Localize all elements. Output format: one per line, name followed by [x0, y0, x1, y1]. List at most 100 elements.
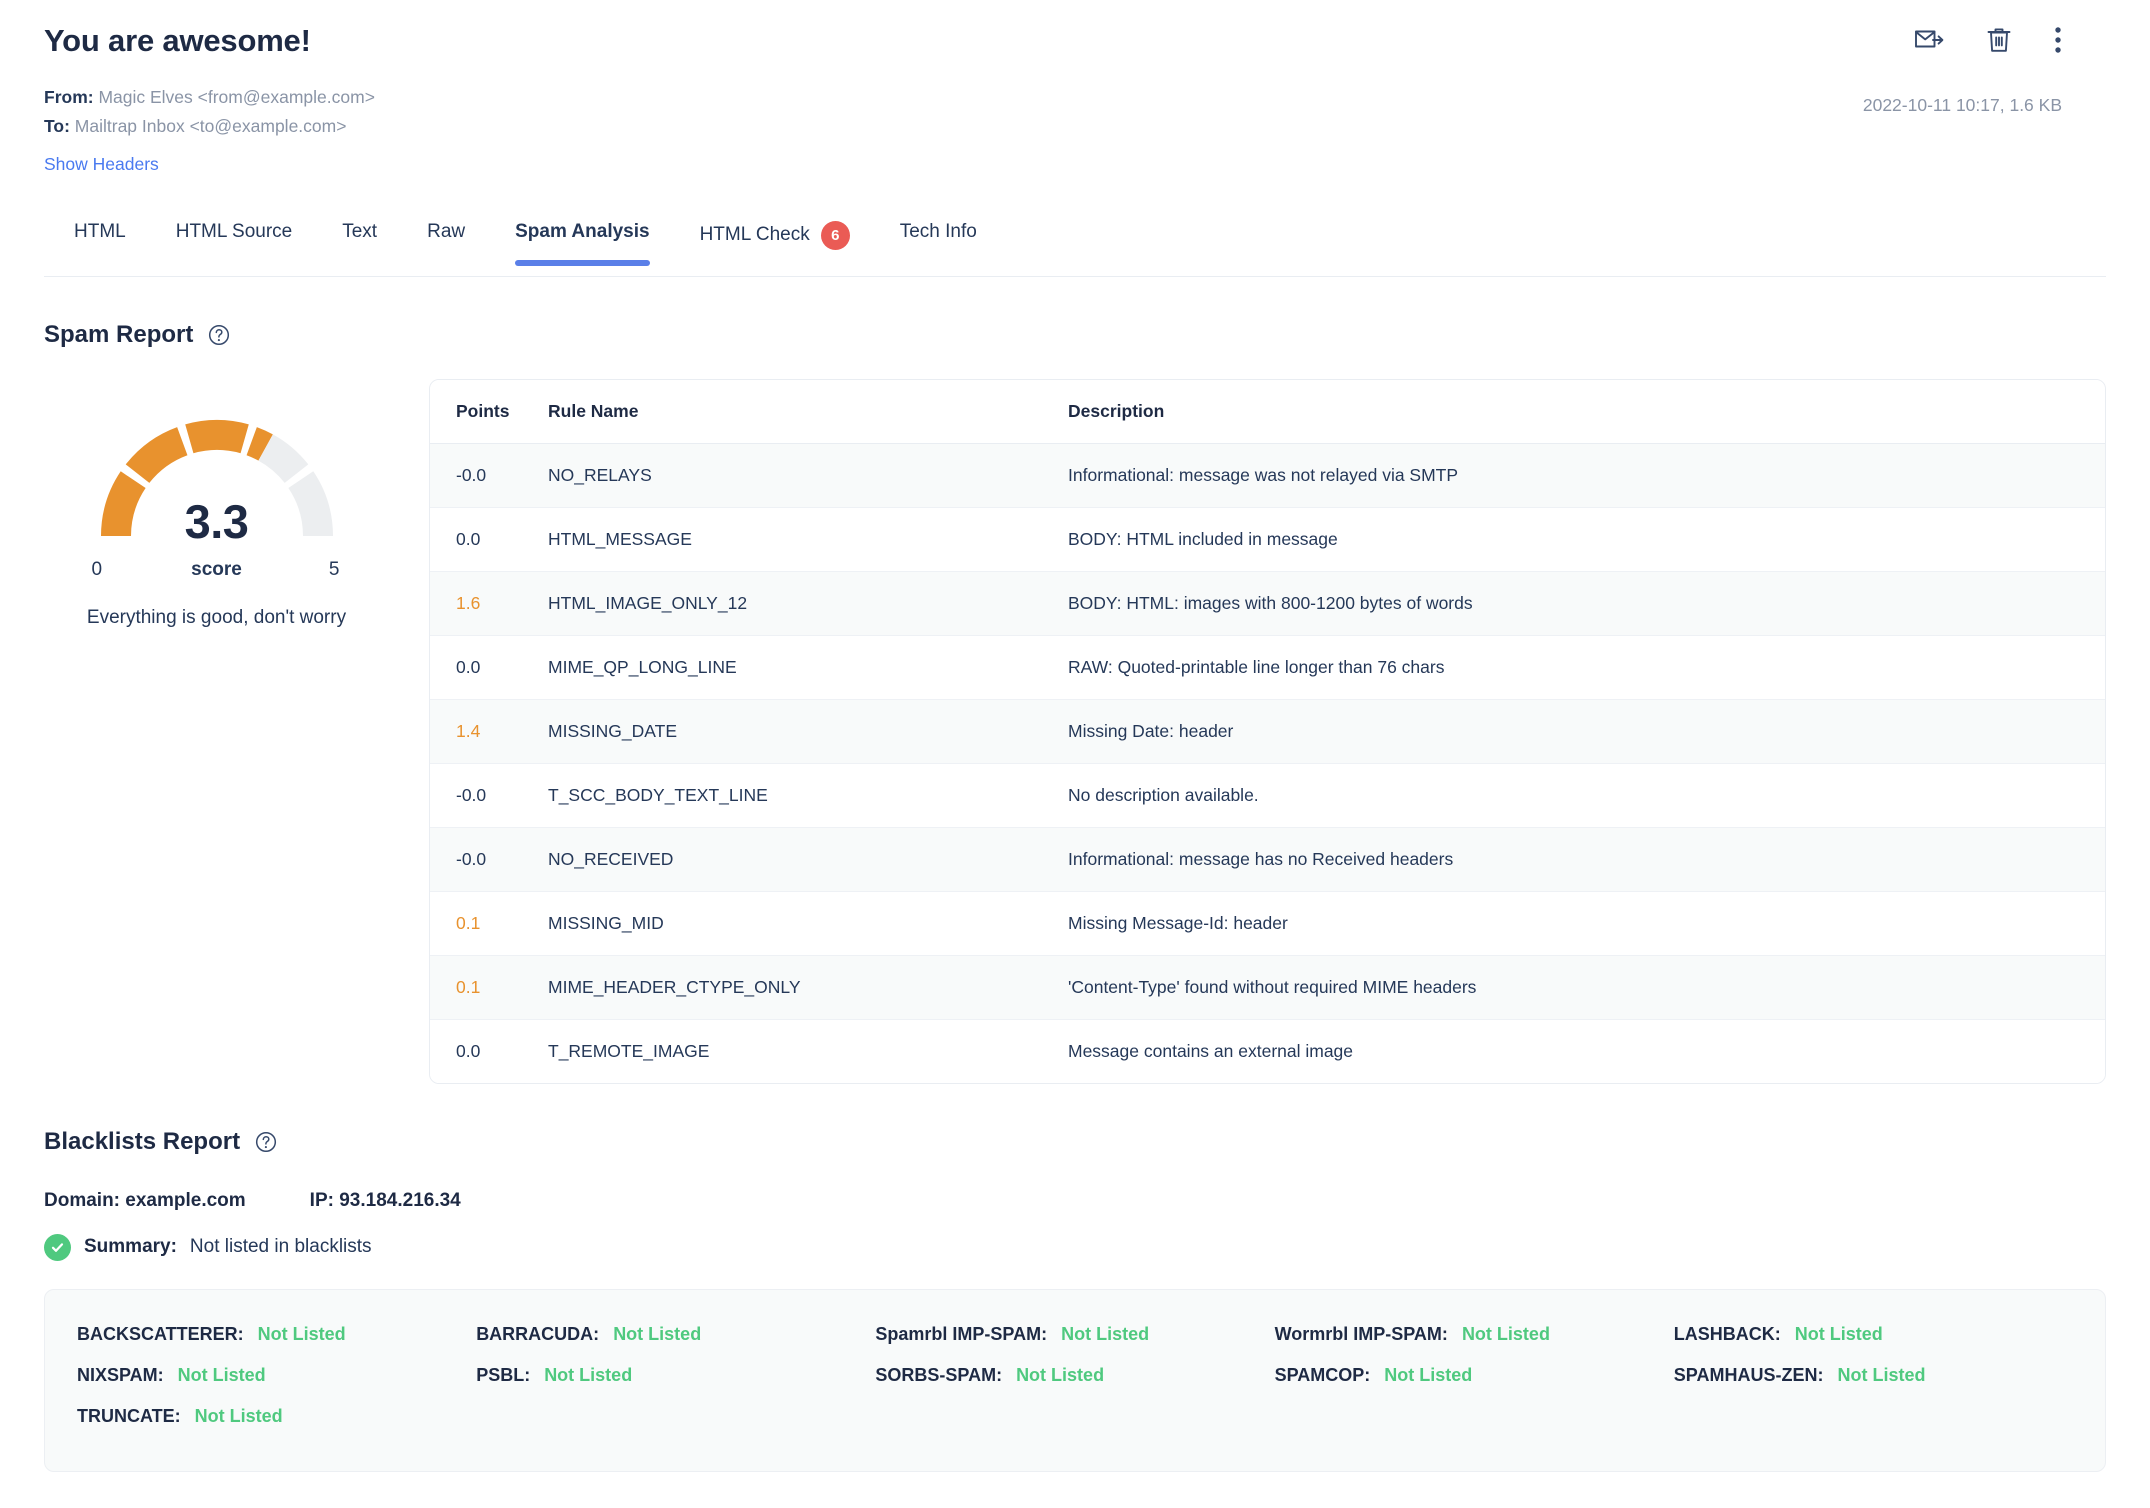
cell-points: -0.0 [430, 443, 548, 508]
spam-report-heading: Spam Report [44, 321, 2106, 349]
blacklist-item-name: SPAMHAUS-ZEN: [1673, 1364, 1824, 1385]
blacklist-summary: Summary: Not listed in blacklists [44, 1233, 2106, 1261]
tab-label: Raw [427, 220, 466, 242]
cell-description: Informational: message was not relayed v… [1068, 443, 2105, 508]
forward-icon[interactable] [1914, 27, 1944, 53]
blacklist-item-name: BARRACUDA: [476, 1323, 600, 1344]
cell-points: 0.0 [456, 1040, 481, 1061]
cell-description: BODY: HTML included in message [1068, 507, 2105, 572]
tab-label: HTML [74, 220, 126, 242]
table-row: 0.0 HTML_MESSAGE BODY: HTML included in me… [430, 507, 2105, 572]
help-circle-icon[interactable] [208, 324, 230, 346]
section-title: Spam Report [44, 320, 194, 348]
tab-raw[interactable]: Raw [427, 215, 465, 265]
blacklist-item: BACKSCATTERER: Not Listed [77, 1324, 476, 1345]
help-circle-icon[interactable] [255, 1131, 277, 1153]
blacklist-item-status: Not Listed [1837, 1364, 1926, 1385]
to-label: To: [44, 115, 70, 136]
gauge-score-value: 3.3 [184, 494, 249, 548]
more-options-icon[interactable] [2054, 26, 2062, 54]
from-label: From: [44, 87, 94, 108]
tab-html[interactable]: HTML [74, 215, 126, 265]
delete-icon[interactable] [1986, 26, 2012, 54]
cell-description: 'Content-Type' found without required MI… [1068, 955, 2105, 1020]
cell-description: Missing Message-Id: header [1068, 891, 2105, 956]
tab-label: HTML Check [699, 224, 810, 246]
blacklist-item-name: SPAMCOP: [1274, 1364, 1371, 1385]
gauge-unit-label: score [191, 558, 242, 580]
gauge-arc: 3.3 [86, 401, 348, 551]
tab-text[interactable]: Text [342, 215, 377, 265]
blacklist-item-status: Not Listed [1016, 1364, 1105, 1385]
cell-points: 0.1 [430, 891, 548, 956]
blacklist-item: TRUNCATE: Not Listed [77, 1406, 476, 1427]
to-value: Mailtrap Inbox <to@example.com> [74, 115, 347, 136]
cell-points: 0.0 [430, 507, 548, 572]
gauge-max-label: 5 [328, 558, 340, 580]
show-headers-link[interactable]: Show Headers [44, 154, 159, 175]
cell-rule-name: MIME_HEADER_CTYPE_ONLY [548, 955, 1068, 1020]
cell-rule-name: NO_RECEIVED [548, 827, 1068, 892]
blacklist-item-name: BACKSCATTERER: [77, 1323, 244, 1344]
cell-description: Informational: message has no Received h… [1068, 827, 2105, 892]
column-header-description: Description [1068, 379, 2105, 444]
success-check-icon [44, 1233, 71, 1261]
blacklist-item-name: SORBS-SPAM: [875, 1364, 1003, 1385]
gauge-scale: 0 score 5 [86, 559, 348, 587]
blacklists-report-heading: Blacklists Report [44, 1128, 2106, 1156]
to-line: To: Mailtrap Inbox <to@example.com> [44, 112, 2106, 140]
blacklist-item: BARRACUDA: Not Listed [476, 1324, 875, 1345]
blacklist-item-status: Not Listed [257, 1323, 346, 1344]
table-row: -0.0 T_SCC_BODY_TEXT_LINE No description a… [430, 763, 2105, 828]
blacklist-domain: Domain: example.com [44, 1189, 246, 1211]
tab-label: Spam Analysis [515, 220, 650, 242]
blacklist-item-status: Not Listed [1461, 1323, 1550, 1344]
blacklist-item: Spamrbl IMP-SPAM: Not Listed [875, 1324, 1274, 1345]
table-header-row: Points Rule Name Description [430, 379, 2105, 444]
tab-bar: HTML HTML Source Text Raw Spam Analysis … [44, 215, 2106, 277]
blacklist-item: SPAMCOP: Not Listed [1275, 1365, 1674, 1386]
tab-spam-analysis[interactable]: Spam Analysis [515, 215, 651, 266]
table-row: -0.0 NO_RELAYS Informational: message was … [430, 443, 2105, 508]
blacklist-item: LASHBACK: Not Listed [1674, 1324, 2073, 1345]
cell-rule-name: MISSING_MID [548, 891, 1068, 956]
cell-rule-name: HTML_IMAGE_ONLY_12 [548, 571, 1068, 636]
blacklist-target-info: Domain: example.com IP: 93.184.216.34 [44, 1190, 2106, 1212]
blacklist-item-status: Not Listed [544, 1364, 633, 1385]
cell-points: -0.0 [430, 827, 548, 892]
message-header: You are awesome! From: Magic Elves <from… [44, 0, 2106, 175]
cell-points: 0.1 [430, 955, 548, 1020]
cell-rule-name: MIME_QP_LONG_LINE [548, 635, 1068, 700]
table-row: 0.1 MIME_HEADER_CTYPE_ONLY 'Content-Type' … [430, 955, 2105, 1020]
blacklist-item-status: Not Listed [1794, 1323, 1883, 1344]
blacklist-grid: BACKSCATTERER: Not Listed BARRACUDA: Not Li… [44, 1288, 2106, 1472]
spam-analysis-page: You are awesome! From: Magic Elves <from… [0, 0, 2150, 1508]
gauge-caption: Everything is good, don't worry [86, 606, 347, 628]
cell-description: Missing Date: header [1068, 699, 2105, 764]
tab-html-source[interactable]: HTML Source [176, 215, 293, 265]
blacklist-item-name: TRUNCATE: [77, 1405, 181, 1426]
cell-rule-name: HTML_MESSAGE [548, 507, 1068, 572]
cell-rule-name: T_SCC_BODY_TEXT_LINE [548, 763, 1068, 828]
tab-label: HTML Source [175, 220, 293, 242]
blacklist-item-name: PSBL: [476, 1364, 531, 1385]
tab-html-check[interactable]: HTML Check 6 [700, 215, 850, 272]
table-row: 0.0 T_REMOTE_IMAGE Message contains an ext… [430, 1019, 2105, 1083]
blacklist-item: Wormrbl IMP-SPAM: Not Listed [1275, 1324, 1674, 1345]
table-row: 0.0 MIME_QP_LONG_LINE RAW: Quoted-printabl… [430, 635, 2105, 700]
from-value: Magic Elves <from@example.com> [98, 87, 375, 108]
table-row: 0.1 MISSING_MID Missing Message-Id: header [430, 891, 2105, 956]
blacklist-item-status: Not Listed [1384, 1364, 1473, 1385]
column-header-rule-name: Rule Name [548, 379, 1068, 444]
blacklist-item: NIXSPAM: Not Listed [77, 1365, 476, 1386]
cell-points: -0.0 [430, 763, 548, 828]
blacklist-summary-label: Summary: [84, 1236, 177, 1258]
table-row: -0.0 NO_RECEIVED Informational: message ha… [430, 827, 2105, 892]
tab-tech-info[interactable]: Tech Info [900, 215, 977, 265]
blacklist-item: SORBS-SPAM: Not Listed [875, 1365, 1274, 1386]
html-check-badge: 6 [820, 220, 850, 250]
cell-rule-name: MISSING_DATE [548, 699, 1068, 764]
tab-label: Text [342, 220, 378, 242]
blacklist-summary-value: Not listed in blacklists [189, 1236, 372, 1258]
blacklist-ip: IP: 93.184.216.34 [309, 1189, 461, 1211]
